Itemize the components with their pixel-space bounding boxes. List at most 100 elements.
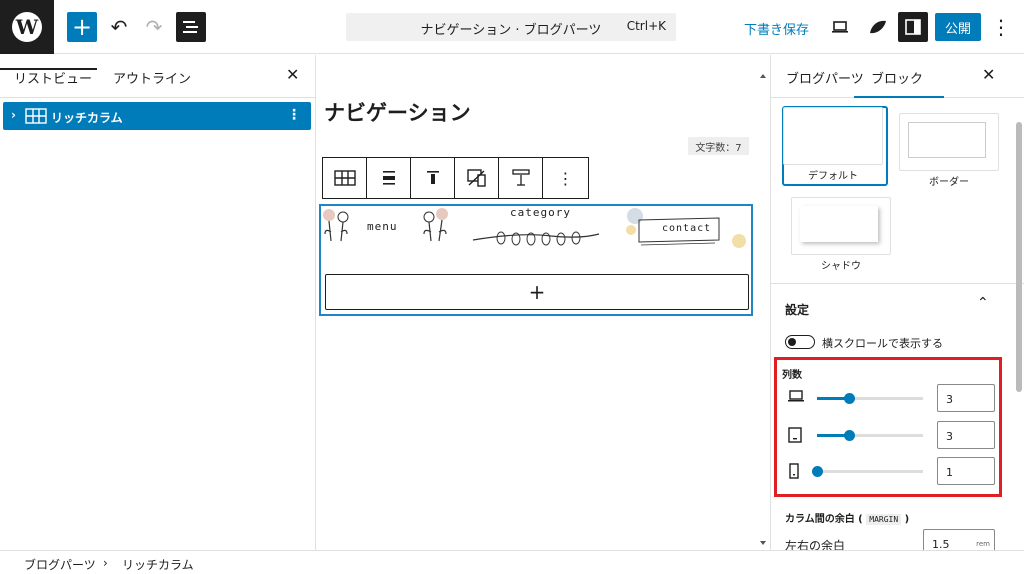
nav-item-contact[interactable]: contact [662,223,711,234]
publish-button[interactable]: 公開 [935,13,981,41]
style-preview [899,113,999,171]
horizontal-gap-label: 左右の余白 [785,539,846,550]
options-menu-button[interactable]: ⋮ [988,12,1014,42]
character-count-badge: 文字数：7 [688,137,749,155]
tab-block[interactable]: ブロック [871,68,923,87]
stack-on-mobile-button[interactable] [455,158,499,198]
style-preview-inner [908,122,986,158]
height-button[interactable] [499,158,543,198]
nav-item-category[interactable]: category [510,206,571,219]
column-gap-label: カラム間の余白 ( MARGIN ) [785,510,909,525]
columns-input-tablet[interactable]: 3 [937,421,995,449]
document-overview-button[interactable] [176,12,206,42]
rich-columns-block[interactable]: menu category contact + [319,204,753,316]
command-palette-button[interactable]: ナビゲーション · ブログパーツ Ctrl+K [346,13,676,41]
sidebar-icon [905,19,921,35]
style-preview [791,197,891,255]
plus-icon: + [71,13,93,41]
close-list-view-button[interactable]: ✕ [286,65,299,84]
align-button[interactable] [367,158,411,198]
editor-header: W + ↶ ↷ ナビゲーション · ブログパーツ Ctrl+K 下書き保存 公開… [0,0,1024,54]
block-more-options-button[interactable]: ⋮ [543,158,588,198]
style-option-shadow[interactable]: シャドウ [791,197,891,277]
add-block-button[interactable]: + [67,12,97,42]
horizontal-scroll-label: 横スクロールで表示する [822,337,943,350]
block-type-button[interactable] [323,158,367,198]
chevron-right-icon[interactable]: › [11,108,16,122]
unit-label[interactable]: rem [976,540,990,548]
breadcrumb: ブログパーツ › リッチカラム [0,550,1024,574]
block-appender-button[interactable]: + [325,274,749,310]
tab-blog-parts[interactable]: ブログパーツ [786,68,864,87]
undo-icon: ↶ [110,15,128,39]
settings-panel-heading[interactable]: 設定 [785,301,809,318]
more-vertical-icon: ⋮ [557,168,574,188]
style-label: ボーダー [929,177,969,188]
canvas-scrollbar[interactable] [759,72,767,547]
horizontal-gap-input[interactable]: 1.5 rem [923,529,995,550]
sidebar-scrollbar[interactable] [1016,122,1022,392]
editor-canvas: ナビゲーション 文字数：7 ⋮ menu category contact + [316,55,756,550]
style-option-border[interactable]: ボーダー [899,113,999,193]
nav-item-menu[interactable]: menu [367,220,398,233]
columns-block-icon [25,108,47,124]
columns-slider-thumb[interactable] [843,393,855,404]
list-view-panel: リストビュー アウトライン ✕ › リッチカラム ⋮ [0,55,316,550]
close-icon: ✕ [286,65,300,84]
close-sidebar-button[interactable]: ✕ [982,65,995,84]
columns-slider-thumb[interactable] [843,430,855,441]
style-option-default[interactable]: デフォルト [782,106,888,187]
style-preview [783,107,883,165]
columns-slider-thumb[interactable] [812,466,823,477]
panel-divider [771,283,1024,284]
breadcrumb-item-blog-parts[interactable]: ブログパーツ [24,556,96,573]
columns-row-tablet: 3 [785,421,997,451]
column-gap-label-text: カラム間の余白 ( [785,514,863,525]
columns-input-desktop[interactable]: 3 [937,384,995,412]
horizontal-scroll-toggle[interactable] [785,335,815,349]
toggle-knob [788,338,796,346]
phone-icon [789,463,799,479]
list-view-item-rich-columns[interactable]: › リッチカラム ⋮ [3,102,311,130]
sidebar-tabs: ブログパーツ ブロック ✕ [771,55,1024,98]
page-title[interactable]: ナビゲーション [324,97,471,127]
tab-list-view[interactable]: リストビュー [14,68,92,87]
style-preview-inner [800,206,878,242]
plus-icon: + [528,280,546,304]
settings-sidebar: ブログパーツ ブロック ✕ デフォルト ボーダー シャドウ 設定 ⌃ 横スクロー… [770,55,1024,550]
tab-outline[interactable]: アウトライン [113,68,191,87]
breadcrumb-item-rich-columns[interactable]: リッチカラム [122,556,194,573]
breadcrumb-separator-icon: › [103,556,108,570]
columns-row-mobile: 1 [785,457,997,487]
command-shortcut: Ctrl+K [626,19,666,33]
justify-stretch-icon [382,171,395,185]
settings-sidebar-button[interactable] [898,12,928,42]
redo-icon: ↷ [145,15,163,39]
styles-button[interactable] [863,12,893,42]
preview-button[interactable] [825,12,855,42]
list-view-item-label: リッチカラム [51,111,123,125]
column-gap-label-close: ) [904,514,910,525]
style-label: デフォルト [808,171,858,182]
undo-button[interactable]: ↶ [104,12,134,42]
columns-slider-track[interactable] [817,470,923,473]
horizontal-gap-value: 1.5 [932,538,950,550]
devices-icon [466,169,486,187]
save-draft-button[interactable]: 下書き保存 [744,19,809,38]
list-view-icon [183,21,198,33]
columns-row-desktop: 3 [785,384,997,414]
chevron-up-icon[interactable]: ⌃ [977,295,989,311]
active-tab-indicator [0,68,97,70]
leaf-icon [870,20,886,34]
block-options-icon[interactable]: ⋮ [287,107,301,123]
columns-input-mobile[interactable]: 1 [937,457,995,485]
style-label: シャドウ [821,261,861,272]
redo-button[interactable]: ↷ [139,12,169,42]
wordpress-icon: W [12,12,42,42]
vertical-align-button[interactable] [411,158,455,198]
wordpress-logo-button[interactable]: W [0,0,54,54]
laptop-icon [788,390,804,402]
list-view-tabs: リストビュー アウトライン ✕ [0,55,315,98]
margin-code: MARGIN [866,514,902,525]
columns-block-icon [333,170,356,186]
